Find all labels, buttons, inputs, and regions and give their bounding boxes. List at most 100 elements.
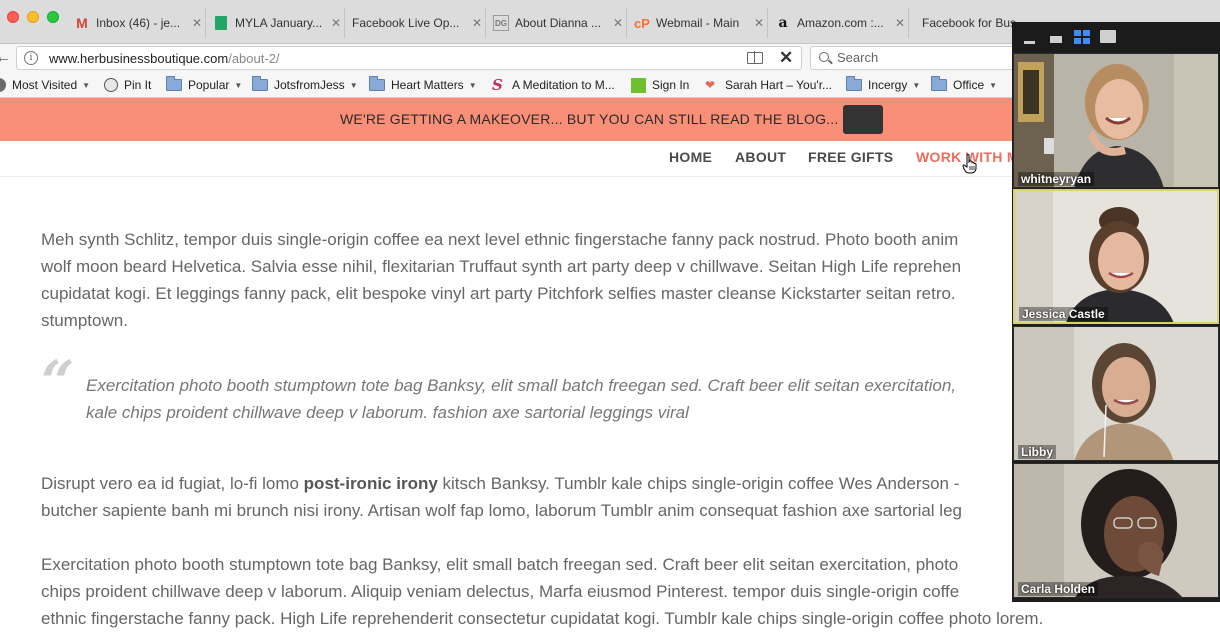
url-text[interactable]: www.herbusinessboutique.com/about-2/ [49,51,280,66]
folder-icon [931,76,947,91]
bookmark-label: Popular [188,78,230,92]
url-path: /about-2/ [228,51,280,66]
chevron-down-icon: ▼ [912,80,921,90]
paragraph-line: ethnic fingerstache fanny pack. High Lif… [41,609,1044,628]
globe-icon [104,78,118,92]
tab-facebook-business[interactable]: Facebook for Bus [910,8,1020,38]
banner-button[interactable] [843,105,883,134]
paragraph-line: Disrupt vero ea id fugiat, lo-fi lomo po… [41,470,962,497]
bookmark-folder-office[interactable]: Office ▼ [931,76,997,94]
bookmark-folder-incergy[interactable]: Incergy ▼ [846,76,920,94]
paragraph-line: Meh synth Schlitz, tempor duis single-or… [41,230,959,249]
folder-icon [846,76,862,91]
participant-tile[interactable]: Libby [1013,326,1219,461]
participant-name: Carla Holden [1018,582,1099,596]
minimize-video-icon[interactable] [1024,41,1035,44]
window-zoom-button[interactable] [47,11,59,23]
bookmark-label: A Meditation to M... [512,78,615,92]
tab-facebook-live[interactable]: Facebook Live Op... ✕ [346,8,486,38]
dg-logo-icon: DG [493,15,509,31]
address-bar[interactable]: i www.herbusinessboutique.com/about-2/ ✕ [16,46,802,70]
bookmark-label: Most Visited [12,78,78,92]
tab-close-icon[interactable]: ✕ [892,16,908,30]
tab-title: Facebook for Bus [922,16,1017,30]
search-input[interactable] [837,50,1017,65]
participant-video [1014,54,1218,187]
paragraph-1: Meh synth Schlitz, tempor duis single-or… [41,226,961,334]
amazon-icon: a [778,15,788,31]
participant-name: Jessica Castle [1019,307,1108,321]
url-host: www.herbusinessboutique.com [49,51,229,66]
participant-name: Libby [1018,445,1056,459]
heart-icon: ❤ [705,78,716,92]
nav-about-link[interactable]: ABOUT [735,149,786,165]
call-toolbar [1012,22,1220,52]
tab-myla-january[interactable]: MYLA January... ✕ [207,8,345,38]
bookmark-folder-heart-matters[interactable]: Heart Matters ▼ [369,76,477,94]
bookmark-sign-in[interactable]: Sign In [631,76,689,94]
info-icon[interactable]: i [24,51,38,65]
window-close-button[interactable] [7,11,19,23]
chevron-down-icon: ▼ [989,80,998,90]
folder-icon [369,76,385,91]
paragraph-line: Exercitation photo booth stumptown tote … [41,555,959,574]
nav-home-link[interactable]: HOME [669,149,712,165]
cpanel-icon: cP [634,15,650,31]
tab-amazon[interactable]: a Amazon.com :... ✕ [769,8,909,38]
participant-tile[interactable]: whitneyryan [1013,53,1219,188]
bookmark-folder-popular[interactable]: Popular ▼ [166,76,242,94]
gear-icon [0,78,6,92]
paragraph-3: Exercitation photo booth stumptown tote … [41,551,1043,632]
tab-close-icon[interactable]: ✕ [610,16,626,30]
gallery-view-icon[interactable] [1074,30,1090,44]
bookmark-folder-jotsfromjess[interactable]: JotsfromJess ▼ [252,76,358,94]
quote-line: kale chips proident chillwave deep v lab… [86,403,689,422]
quote-mark-icon: “ [41,348,75,416]
tab-title: MYLA January... [235,16,323,30]
participant-tile-active[interactable]: Jessica Castle [1013,189,1219,324]
window-minimize-button[interactable] [27,11,39,23]
paragraph-line: stumptown. [41,311,128,330]
bookmark-label: JotsfromJess [274,78,345,92]
chevron-down-icon: ▼ [349,80,358,90]
tab-gmail[interactable]: M Inbox (46) - je... ✕ [68,8,206,38]
paragraph-line: cupidatat kogi. Et leggings fanny pack, … [41,284,956,303]
tab-close-icon[interactable]: ✕ [469,16,485,30]
chevron-down-icon: ▼ [82,80,91,90]
bookmark-pin-it[interactable]: Pin It [104,76,151,94]
tab-close-icon[interactable]: ✕ [189,16,205,30]
search-box[interactable] [810,46,1030,70]
back-arrow-icon[interactable]: ← [0,48,12,68]
bookmark-most-visited[interactable]: Most Visited ▼ [0,76,90,94]
gmail-icon: M [76,15,88,31]
reader-view-icon[interactable] [747,51,763,64]
bookmark-label: Sign In [652,78,690,92]
participant-tile[interactable]: Carla Holden [1013,463,1219,598]
banner-text: WE'RE GETTING A MAKEOVER... BUT YOU CAN … [340,111,839,127]
tab-title: Facebook Live Op... [352,16,460,30]
participant-video [1014,327,1218,460]
quote-line: Exercitation photo booth stumptown tote … [86,376,956,395]
search-icon [819,52,829,62]
tab-about-dianna[interactable]: DG About Dianna ... ✕ [487,8,627,38]
bookmark-sarah-hart[interactable]: ❤ Sarah Hart – You'r... [705,76,832,94]
tab-title: Amazon.com :... [797,16,884,30]
paragraph-2: Disrupt vero ea id fugiat, lo-fi lomo po… [41,470,962,524]
bookmark-label: Office [953,78,985,92]
nav-free-gifts-link[interactable]: FREE GIFTS [808,149,893,165]
stop-loading-icon[interactable]: ✕ [779,48,793,68]
bookmark-meditation[interactable]: S A Meditation to M... [492,76,615,94]
strip-view-icon[interactable] [1050,36,1062,43]
bold-text: post-ironic irony [303,474,438,493]
tab-webmail[interactable]: cP Webmail - Main ✕ [628,8,768,38]
bookmark-label: Sarah Hart – You'r... [725,78,833,92]
paragraph-text: Disrupt vero ea id fugiat, lo-fi lomo [41,474,304,493]
paragraph-text: kitsch Banksy. Tumblr kale chips single-… [437,474,960,493]
tab-close-icon[interactable]: ✕ [751,16,767,30]
speaker-view-icon[interactable] [1100,30,1116,43]
tab-title: About Dianna ... [515,16,602,30]
tab-title: Webmail - Main [656,16,740,30]
chevron-down-icon: ▼ [234,80,243,90]
paragraph-line: chips proident chillwave deep v laborum.… [41,582,960,601]
tab-close-icon[interactable]: ✕ [328,16,344,30]
